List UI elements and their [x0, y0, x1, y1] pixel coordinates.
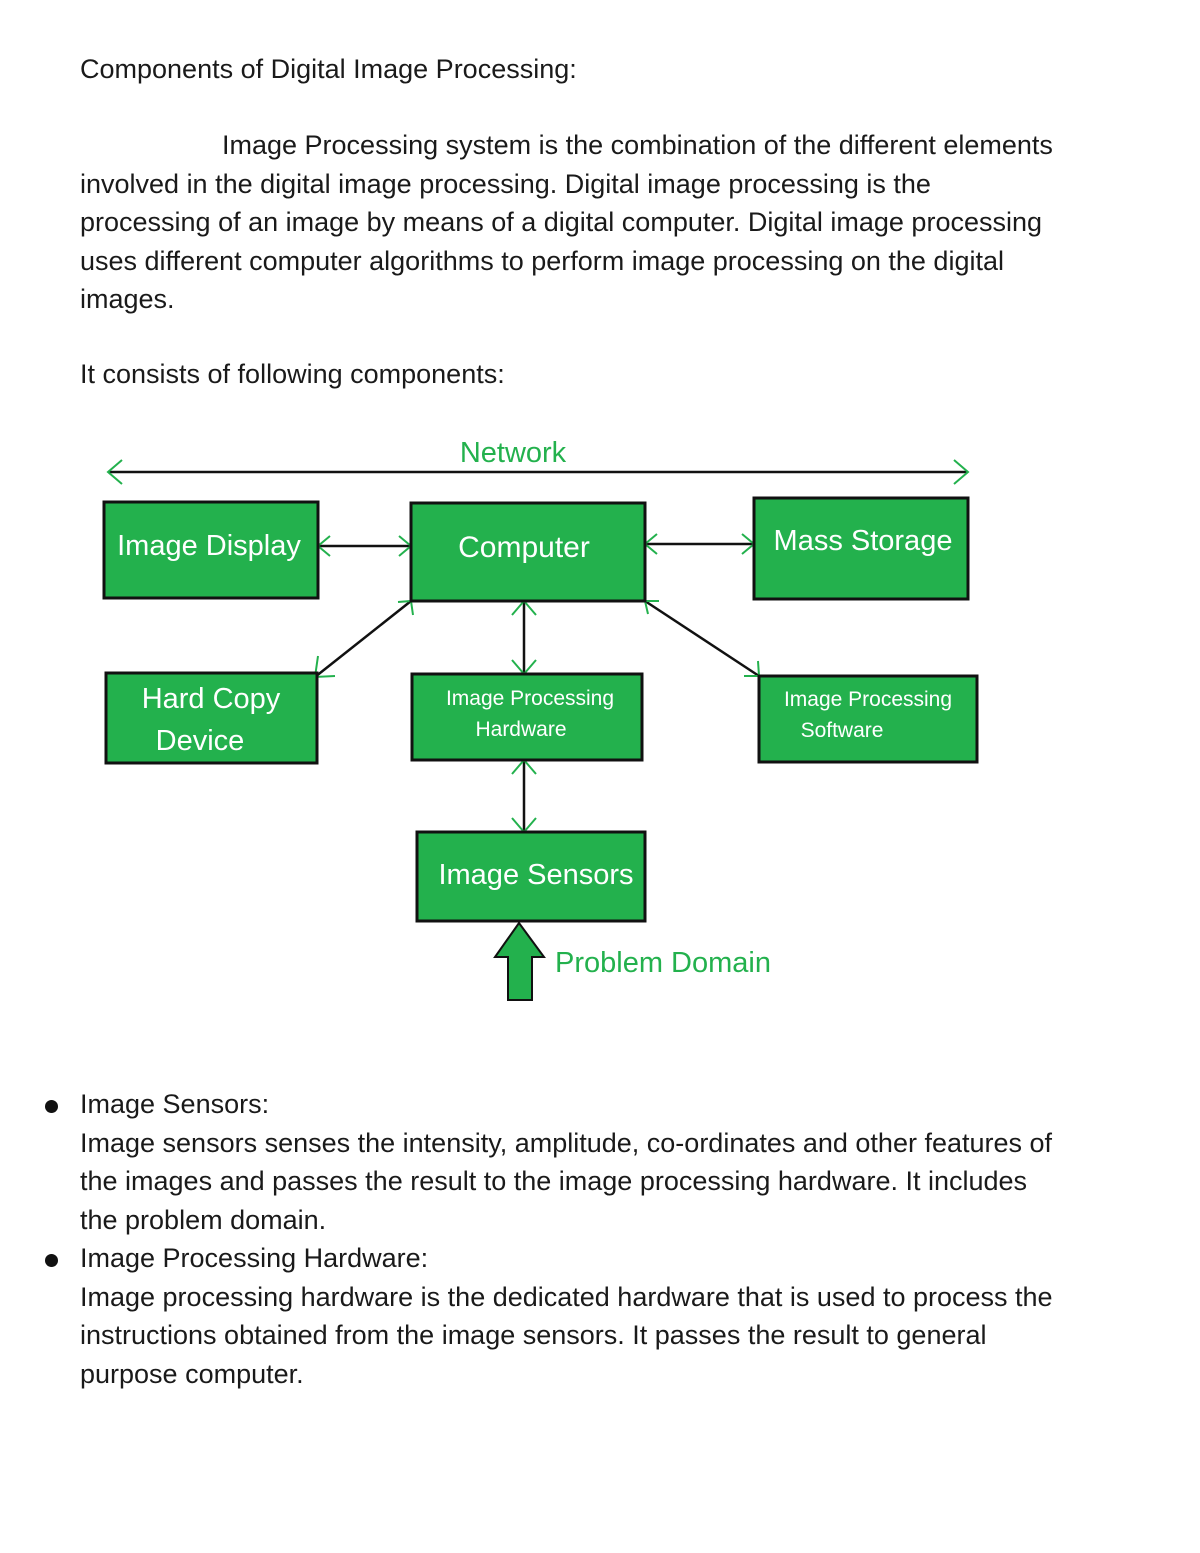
box-label: Image Display [117, 530, 301, 562]
problem-domain-arrow-icon [493, 921, 546, 1001]
bullet-icon [45, 1100, 58, 1113]
box-label: Hard Copy [142, 683, 281, 715]
box-image-processing-software: Image Processing Software [757, 674, 979, 764]
bullet-line: the problem domain. [80, 1204, 327, 1235]
bullet-heading: Image Sensors: [80, 1089, 270, 1119]
intro-line: involved in the digital image processing… [80, 168, 931, 199]
bullet-line: purpose computer. [80, 1358, 304, 1389]
intro-line: processing of an image by means of a dig… [80, 207, 1043, 237]
box-label: Image Sensors [438, 859, 633, 891]
box-label: Hardware [475, 718, 566, 741]
box-label: Computer [458, 531, 590, 564]
box-label: Image Processing [446, 687, 614, 710]
bullet-line: instructions obtained from the image sen… [80, 1320, 987, 1350]
network-label: Network [460, 437, 567, 469]
bullet-icon [45, 1254, 58, 1267]
bullet-line: Image sensors senses the intensity, ampl… [80, 1127, 1053, 1158]
box-label: Image Processing [784, 688, 952, 711]
components-intro: It consists of following components: [80, 359, 505, 389]
box-computer: Computer [409, 501, 647, 603]
bullet-heading: Image Processing Hardware: [80, 1243, 429, 1273]
intro-line: images. [80, 284, 175, 314]
box-label: Device [156, 725, 245, 757]
problem-domain-label: Problem Domain [555, 947, 771, 979]
page-title: Components of Digital Image Processing: [80, 54, 577, 84]
intro-line: Image Processing system is the combinati… [222, 130, 1053, 160]
components-diagram: Network Image Display Computer Mass Stor… [102, 437, 979, 1001]
box-mass-storage: Mass Storage [752, 496, 970, 601]
intro-paragraph: Image Processing system is the combinati… [80, 126, 1053, 319]
box-image-display: Image Display [102, 500, 320, 600]
box-label: Mass Storage [774, 525, 953, 557]
box-hard-copy-device: Hard Copy Device [104, 671, 319, 765]
box-image-processing-hardware: Image Processing Hardware [410, 672, 644, 762]
box-image-sensors: Image Sensors [415, 830, 647, 923]
connector-computer-software [644, 599, 760, 678]
box-label: Software [801, 719, 884, 742]
bullet-line: Image processing hardware is the dedicat… [80, 1281, 1053, 1312]
intro-line: uses different computer algorithms to pe… [80, 245, 1004, 276]
bullet-line: the images and passes the result to the … [80, 1166, 1028, 1196]
connector-computer-hardcopy [314, 600, 412, 678]
